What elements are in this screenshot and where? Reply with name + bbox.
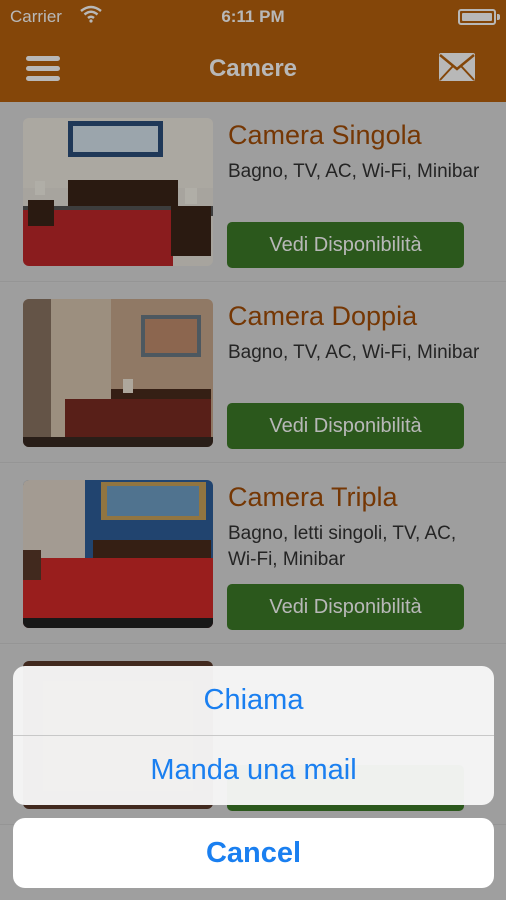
action-sheet: Chiama Manda una mail [13, 666, 494, 805]
send-mail-button[interactable]: Manda una mail [13, 735, 494, 804]
call-button[interactable]: Chiama [13, 666, 494, 735]
cancel-button[interactable]: Cancel [13, 818, 494, 888]
